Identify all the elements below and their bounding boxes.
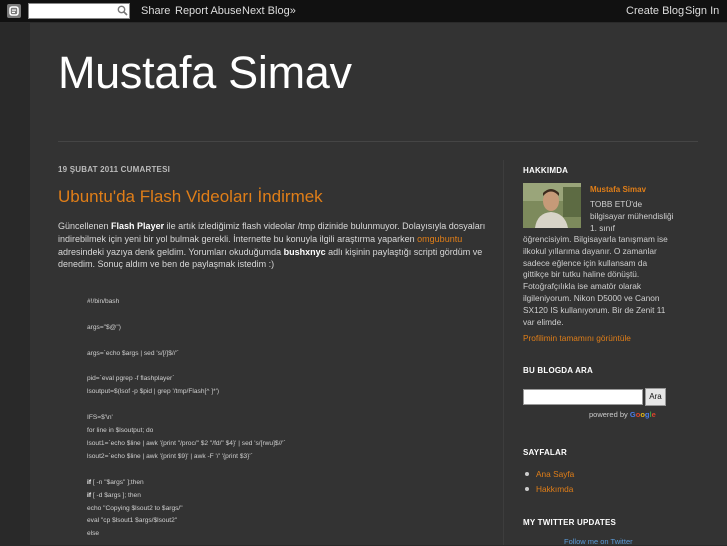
omgubuntu-link[interactable]: omgubuntu <box>417 234 462 244</box>
post-date: 19 ŞUBAT 2011 CUMARTESI <box>58 165 171 174</box>
code-line: IFS=$'\n' <box>87 414 113 422</box>
code-line: [ -d $args ]; then <box>91 491 141 499</box>
search-button[interactable]: Ara <box>645 388 666 406</box>
page-item-home[interactable]: Ana Sayfa <box>523 469 574 479</box>
bullet-icon <box>525 472 529 477</box>
code-line: for line in $lsoutput; do <box>87 427 154 435</box>
page-link-label[interactable]: Ana Sayfa <box>536 469 574 479</box>
navbar-search-input[interactable] <box>28 3 130 19</box>
sidebar-divider <box>503 160 504 545</box>
profile-avatar[interactable] <box>523 183 581 228</box>
profile-description-continued: öğrencisiyim. Bilgisayarla tanışmam ise … <box>523 234 668 327</box>
post-text: Güncellenen <box>58 221 112 231</box>
blog-search-input[interactable] <box>523 389 643 405</box>
share-link[interactable]: Share <box>141 5 170 17</box>
about-heading: HAKKIMDA <box>523 166 569 175</box>
profile-description: TOBB ETÜ'de bilgisayar mühendisliği 1. s… <box>590 199 674 233</box>
post-bold-text: bushxnyc <box>283 246 326 257</box>
google-letter: e <box>651 410 656 419</box>
sign-in-link[interactable]: Sign In <box>685 5 719 17</box>
code-line: [ -n "$args" ];then <box>91 478 144 486</box>
blogger-icon[interactable] <box>7 4 21 18</box>
report-abuse-link[interactable]: Report Abuse <box>175 5 242 17</box>
search-heading: BU BLOGDA ARA <box>523 366 594 375</box>
twitter-heading: MY TWITTER UPDATES <box>523 518 617 527</box>
code-line: #!/bin/bash <box>87 298 120 305</box>
next-blog-link[interactable]: Next Blog» <box>242 5 296 17</box>
powered-by-google: powered by Google <box>589 410 656 419</box>
profile-name-link[interactable]: Mustafa Simav <box>590 185 646 194</box>
page-item-about[interactable]: Hakkımda <box>523 484 573 494</box>
post-text: adresindeki yazıya denk geldim. Yorumlar… <box>58 246 284 257</box>
code-line: args=`echo $args | sed 's/[/]$//'` <box>87 349 180 357</box>
blog-title[interactable]: Mustafa Simav <box>58 47 352 99</box>
code-line: lsout1=`echo $line | awk '{print "/proc/… <box>87 439 286 447</box>
google-logo: Google <box>630 410 656 419</box>
code-line: echo "Copying $lsout2 to $args/" <box>87 504 183 512</box>
pages-heading: SAYFALAR <box>523 448 567 457</box>
powered-by-label: powered by <box>589 410 628 419</box>
view-full-profile-link[interactable]: Profilimin tamamını görüntüle <box>523 333 631 343</box>
bullet-icon <box>525 487 529 492</box>
header-divider <box>58 141 698 142</box>
search-icon[interactable] <box>117 5 128 16</box>
page-link-label[interactable]: Hakkımda <box>536 484 573 494</box>
code-line: eval "cp $lsout1 $args/$lsout2" <box>87 517 178 525</box>
code-line: pid=`eval pgrep -f flashplayer` <box>87 375 175 383</box>
post-bold-text: Flash Player <box>111 221 165 231</box>
code-block: #!/bin/bash args="$@") args=`echo $args … <box>87 296 487 541</box>
blogger-navbar: Share Report Abuse Next Blog» Create Blo… <box>0 0 727 23</box>
create-blog-link[interactable]: Create Blog <box>626 5 684 17</box>
code-line: lsoutput=$(lsof -p $pid | grep '/tmp/Fla… <box>87 388 220 396</box>
code-line: args="$@") <box>87 323 121 331</box>
code-line: else <box>87 530 100 538</box>
code-line: lsout2=`echo $line | awk '{print $9}' | … <box>87 452 253 460</box>
post-body: Güncellenen Flash Player ile artık izled… <box>58 220 488 271</box>
post-title[interactable]: Ubuntu'da Flash Videoları İndirmek <box>58 187 323 207</box>
